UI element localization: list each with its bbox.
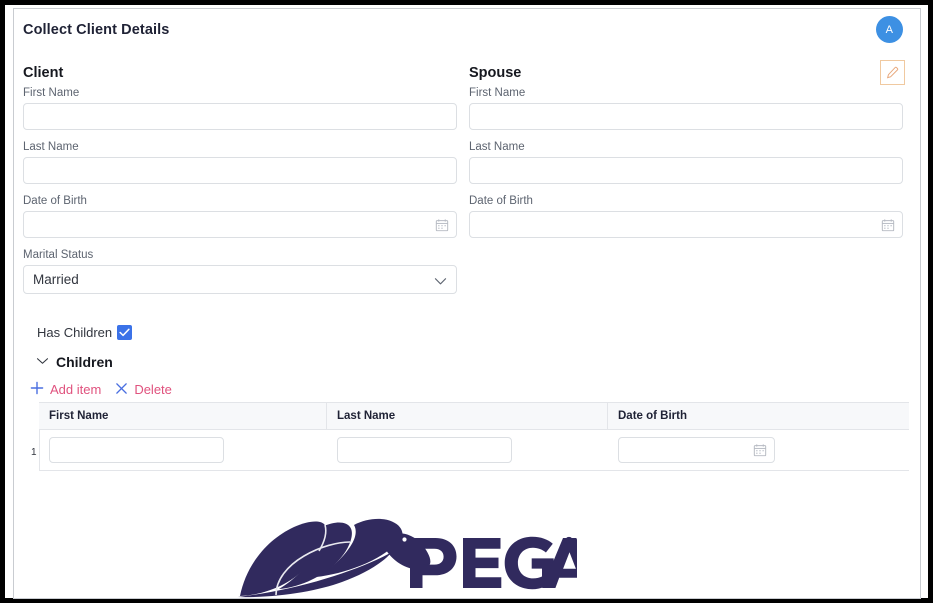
client-first-name-label: First Name [23,87,80,99]
spouse-first-name-field: First Name [469,85,909,130]
column-header-last-name: Last Name [327,403,608,429]
client-first-name-input[interactable] [23,103,457,130]
plus-icon [30,381,44,398]
marital-status-select[interactable]: Married [23,265,457,294]
table-row [39,430,909,470]
check-icon [119,324,130,342]
client-last-name-label: Last Name [23,141,79,153]
client-heading: Client [23,65,64,81]
spouse-dob-input[interactable] [469,211,903,238]
add-item-label: Add item [50,382,102,397]
client-dob-input[interactable] [23,211,457,238]
close-x-icon [115,382,128,398]
children-group-header[interactable]: Children [36,353,113,371]
cell-last-name [328,437,609,463]
column-header-first-name: First Name [39,403,327,429]
cell-first-name [40,437,328,463]
client-last-name-field: Last Name [23,139,463,184]
spouse-heading: Spouse [469,65,522,81]
app-window: Collect Client Details A Client First Na… [13,8,921,599]
client-dob-field: Date of Birth [23,193,463,238]
spouse-section: Spouse First Name Last Name Date of Birt… [469,64,909,247]
chevron-down-icon[interactable] [36,353,49,371]
marital-status-field: Marital Status Married [23,247,463,294]
spouse-first-name-input[interactable] [469,103,903,130]
calendar-icon[interactable] [435,218,449,237]
spouse-dob-label: Date of Birth [469,195,533,207]
child-last-name-input[interactable] [337,437,512,463]
pega-logo: R [232,512,577,598]
calendar-icon[interactable] [881,218,895,237]
spouse-last-name-input[interactable] [469,157,903,184]
has-children-row: Has Children [37,324,133,342]
page-header: Collect Client Details A [14,9,920,53]
pega-wordmark: R [410,536,577,590]
marital-status-value: Married [33,272,79,287]
calendar-icon[interactable] [753,443,767,462]
marital-status-label: Marital Status [23,249,94,261]
add-item-button[interactable]: Add item [30,381,101,398]
client-dob-label: Date of Birth [23,195,87,207]
column-header-date-of-birth: Date of Birth [618,410,687,422]
page-title: Collect Client Details [23,22,170,38]
delete-button[interactable]: Delete [115,382,172,398]
screenshot-frame: Collect Client Details A Client First Na… [0,0,933,603]
children-table: First Name Last Name Date of Birth [39,402,909,471]
spouse-first-name-label: First Name [469,87,526,99]
spouse-last-name-field: Last Name [469,139,909,184]
client-first-name-field: First Name [23,85,463,130]
has-children-checkbox[interactable] [117,324,133,342]
avatar-initial: A [885,23,894,36]
spouse-dob-field: Date of Birth [469,193,909,238]
has-children-label: Has Children [37,325,113,340]
child-dob-input[interactable] [618,437,775,463]
child-first-name-input[interactable] [49,437,224,463]
children-group-title: Children [56,354,113,370]
pega-horse-logo [238,518,431,598]
row-number: 1 [31,447,37,458]
avatar[interactable]: A [876,16,903,43]
client-last-name-input[interactable] [23,157,457,184]
cell-date-of-birth [609,437,909,463]
table-header-row: First Name Last Name Date of Birth [39,403,909,430]
spouse-last-name-label: Last Name [469,141,525,153]
chevron-down-icon [434,275,447,290]
client-section: Client First Name Last Name Date of Birt… [23,64,463,294]
children-actions: Add item Delete [30,381,172,398]
svg-text:R: R [567,540,571,546]
delete-label: Delete [134,382,172,397]
